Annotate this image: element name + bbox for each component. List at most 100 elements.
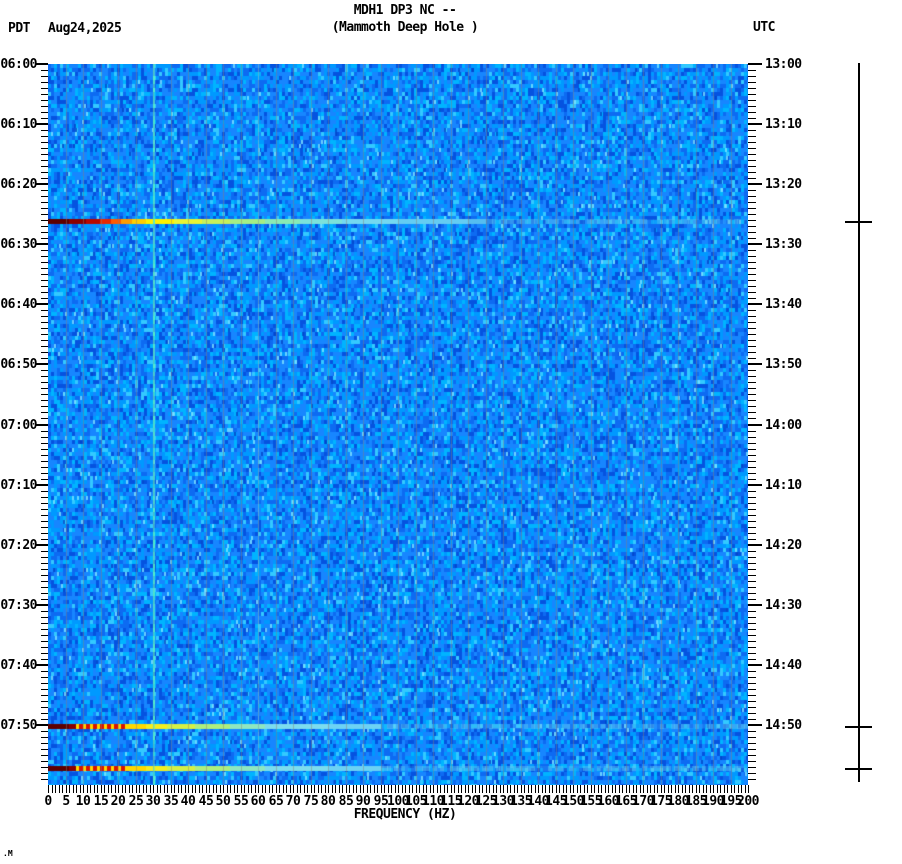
left-axis-time-label: 06:20: [0, 177, 37, 192]
freq-axis-tick: [314, 785, 315, 793]
freq-axis-tick: [748, 785, 749, 793]
freq-axis-tick: [451, 785, 452, 793]
left-axis-minor-tick: [41, 352, 48, 353]
left-axis-minor-tick: [41, 629, 48, 630]
right-axis-minor-tick: [748, 112, 756, 113]
freq-axis-tick: [671, 785, 672, 793]
freq-axis-tick: [237, 785, 238, 793]
freq-axis-tick: [59, 785, 60, 793]
left-axis-minor-tick: [41, 220, 48, 221]
right-axis-minor-tick: [748, 322, 756, 323]
left-axis-minor-tick: [41, 376, 48, 377]
left-axis-time-label: 07:00: [0, 418, 37, 433]
freq-axis-tick: [433, 785, 434, 793]
freq-axis-tick: [668, 785, 669, 793]
timezone-right-label: UTC: [753, 20, 775, 35]
left-axis-minor-tick: [41, 226, 48, 227]
freq-axis-tick: [272, 785, 273, 793]
freq-axis-tick: [146, 785, 147, 793]
left-axis-minor-tick: [41, 557, 48, 558]
freq-axis-tick: [661, 785, 662, 793]
right-axis-minor-tick: [748, 431, 756, 432]
left-axis-minor-tick: [41, 88, 48, 89]
left-axis-minor-tick: [41, 382, 48, 383]
right-axis-major-tick: [748, 363, 762, 365]
left-axis-time-label: 07:10: [0, 478, 37, 493]
left-axis-minor-tick: [41, 370, 48, 371]
right-axis-minor-tick: [748, 310, 756, 311]
right-axis-minor-tick: [748, 479, 756, 480]
freq-axis-tick: [370, 785, 371, 793]
left-axis-minor-tick: [41, 94, 48, 95]
right-axis-minor-tick: [748, 443, 756, 444]
freq-axis-tick: [535, 785, 536, 793]
freq-axis-tick: [510, 785, 511, 793]
freq-axis-tick: [493, 785, 494, 793]
right-axis-minor-tick: [748, 611, 756, 612]
station-title: MDH1 DP3 NC --: [353, 3, 457, 18]
right-axis-minor-tick: [748, 617, 756, 618]
right-axis-time-label: 13:40: [765, 297, 802, 312]
freq-axis-tick: [209, 785, 210, 793]
right-axis-minor-tick: [748, 172, 756, 173]
freq-axis-tick: [678, 785, 679, 793]
freq-axis-tick: [80, 785, 81, 793]
right-axis-minor-tick: [748, 394, 756, 395]
freq-axis-tick: [360, 785, 361, 793]
right-axis-minor-tick: [748, 118, 756, 119]
left-axis-minor-tick: [41, 761, 48, 762]
freq-axis-tick: [202, 785, 203, 793]
freq-axis-tick: [244, 785, 245, 793]
freq-axis-tick: [654, 785, 655, 793]
freq-axis-tick: [507, 785, 508, 793]
left-axis-major-tick: [36, 484, 48, 486]
right-axis-minor-tick: [748, 731, 756, 732]
right-axis-time-label: 14:30: [765, 598, 802, 613]
left-axis-major-tick: [36, 363, 48, 365]
left-axis-minor-tick: [41, 388, 48, 389]
right-axis-minor-tick: [748, 106, 756, 107]
freq-axis-tick: [524, 785, 525, 793]
left-axis-minor-tick: [41, 527, 48, 528]
freq-axis-tick: [556, 785, 557, 793]
freq-axis-tick: [335, 785, 336, 793]
left-axis-minor-tick: [41, 394, 48, 395]
left-axis-minor-tick: [41, 202, 48, 203]
freq-axis-tick: [115, 785, 116, 793]
freq-axis-tick: [367, 785, 368, 793]
left-axis-minor-tick: [41, 749, 48, 750]
right-axis-minor-tick: [748, 575, 756, 576]
right-axis-minor-tick: [748, 298, 756, 299]
right-axis-minor-tick: [748, 623, 756, 624]
left-axis-minor-tick: [41, 521, 48, 522]
left-axis-minor-tick: [41, 461, 48, 462]
left-axis-minor-tick: [41, 178, 48, 179]
right-axis-time-label: 14:40: [765, 658, 802, 673]
left-axis-time-label: 07:40: [0, 658, 37, 673]
left-axis-minor-tick: [41, 256, 48, 257]
freq-axis-tick: [150, 785, 151, 793]
left-axis-time-label: 06:00: [0, 57, 37, 72]
right-axis-minor-tick: [748, 76, 756, 77]
right-axis-minor-tick: [748, 154, 756, 155]
freq-axis-tick: [426, 785, 427, 793]
left-axis-minor-tick: [41, 473, 48, 474]
right-axis-minor-tick: [748, 497, 756, 498]
right-axis-minor-tick: [748, 346, 756, 347]
freq-axis-tick: [738, 785, 739, 793]
left-axis-minor-tick: [41, 677, 48, 678]
right-axis-minor-tick: [748, 773, 756, 774]
left-axis-minor-tick: [41, 743, 48, 744]
left-axis-minor-tick: [41, 112, 48, 113]
right-axis-minor-tick: [748, 695, 756, 696]
event-marker-tick: [845, 221, 872, 223]
left-axis-minor-tick: [41, 82, 48, 83]
freq-axis-tick: [230, 785, 231, 793]
right-axis-minor-tick: [748, 286, 756, 287]
freq-axis-tick: [328, 785, 329, 793]
freq-axis-tick: [503, 785, 504, 793]
freq-axis-tick: [461, 785, 462, 793]
left-axis-minor-tick: [41, 346, 48, 347]
freq-axis-tick: [129, 785, 130, 793]
right-axis-minor-tick: [748, 388, 756, 389]
